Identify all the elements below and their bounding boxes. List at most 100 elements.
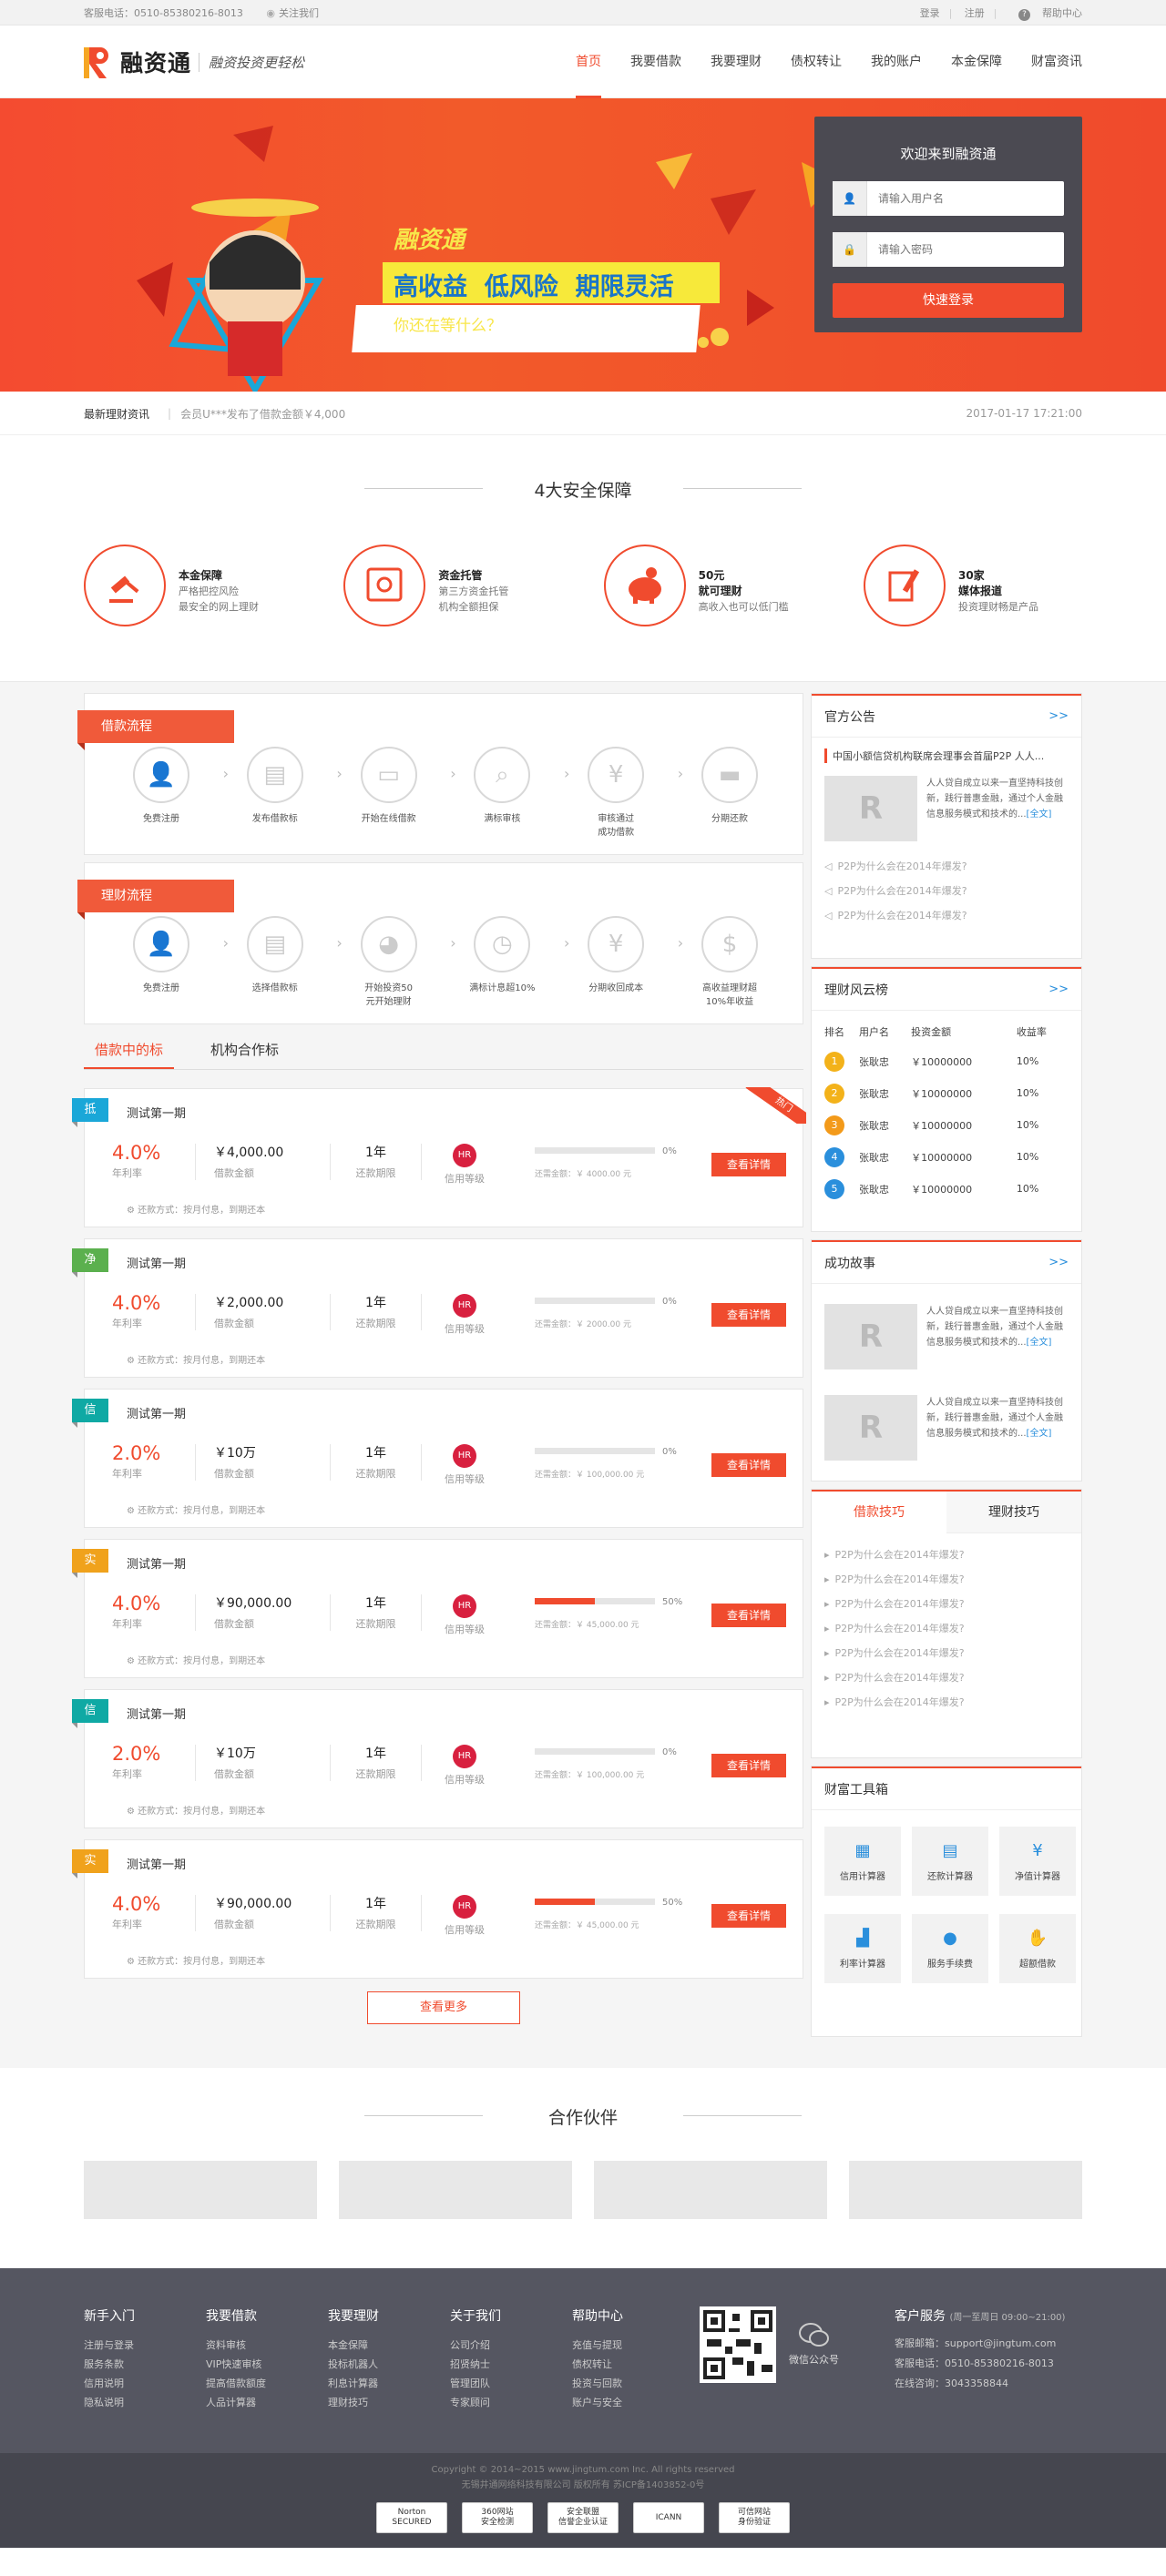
view-more-button[interactable]: 查看更多 — [367, 1991, 520, 2024]
story-full-link[interactable]: [全文] — [1027, 1429, 1052, 1439]
partner-logo[interactable] — [84, 2161, 317, 2219]
list-item[interactable]: ◁ P2P为什么会在2014年爆发? — [812, 903, 1081, 928]
view-detail-button[interactable]: 查看详情 — [711, 1153, 786, 1176]
story-more-link[interactable]: >> — [1048, 1256, 1069, 1269]
footer-link[interactable]: 投资与回款 — [572, 2374, 694, 2393]
trust-badge[interactable]: 可信网站 身份验证 — [719, 2502, 790, 2533]
nav-news[interactable]: 财富资讯 — [1031, 25, 1082, 98]
view-detail-button[interactable]: 查看详情 — [711, 1754, 786, 1777]
quick-login-button[interactable]: 快速登录 — [833, 283, 1064, 318]
footer-link[interactable]: 注册与登录 — [84, 2336, 206, 2355]
nav-transfer[interactable]: 债权转让 — [791, 25, 842, 98]
tab-borrow-tips[interactable]: 借款技巧 — [812, 1492, 946, 1533]
partner-logo[interactable] — [339, 2161, 572, 2219]
tool-calculator[interactable]: ▦ 信用计算器 — [824, 1827, 901, 1896]
list-item[interactable]: ▸ P2P为什么会在2014年爆发? — [812, 1592, 1081, 1616]
progress-fill — [535, 1598, 595, 1604]
footer-link[interactable]: VIP快速审核 — [206, 2355, 328, 2374]
footer-link[interactable]: 理财技巧 — [328, 2393, 450, 2412]
chevron-right-icon: › — [677, 765, 684, 782]
view-detail-button[interactable]: 查看详情 — [711, 1303, 786, 1327]
login-link[interactable]: 登录 — [920, 7, 940, 19]
tab-institution[interactable]: 机构合作标 — [210, 1032, 279, 1069]
footer-link[interactable]: 隐私说明 — [84, 2393, 206, 2412]
footer-link[interactable]: 投标机器人 — [328, 2355, 450, 2374]
footer-link[interactable]: 账户与安全 — [572, 2393, 694, 2412]
view-detail-button[interactable]: 查看详情 — [711, 1453, 786, 1477]
tool-grid[interactable]: ▤ 还款计算器 — [912, 1827, 988, 1896]
list-item[interactable]: ▸ P2P为什么会在2014年爆发? — [812, 1690, 1081, 1715]
trust-badge[interactable]: ICANN — [633, 2502, 704, 2533]
notice-headline[interactable]: 中国小额信贷机构联席会理事会首届P2P 人人... — [824, 748, 1069, 763]
gear-icon: ⚙ — [127, 1506, 138, 1516]
loan-title[interactable]: 测试第一期 — [127, 1404, 186, 1421]
list-item[interactable]: ▸ P2P为什么会在2014年爆发? — [812, 1543, 1081, 1567]
footer-column: 帮助中心 充值与提现 债权转让 投资与回款 账户与安全 — [572, 2306, 694, 2412]
footer-link[interactable]: 利息计算器 — [328, 2374, 450, 2393]
logo[interactable]: 融资通 融资投资更轻松 — [84, 44, 304, 80]
cs-online[interactable]: 在线咨询：3043358844 — [895, 2374, 1082, 2394]
footer-link[interactable]: 债权转让 — [572, 2355, 694, 2374]
footer-link[interactable]: 招贤纳士 — [450, 2355, 572, 2374]
username-field[interactable]: 👤 — [833, 181, 1064, 216]
footer-link[interactable]: 专家顾问 — [450, 2393, 572, 2412]
footer-link[interactable]: 管理团队 — [450, 2374, 572, 2393]
username-input[interactable] — [867, 192, 1049, 205]
list-item[interactable]: ▸ P2P为什么会在2014年爆发? — [812, 1567, 1081, 1592]
list-item[interactable]: ▸ P2P为什么会在2014年爆发? — [812, 1665, 1081, 1690]
footer-link[interactable]: 充值与提现 — [572, 2336, 694, 2355]
tool-hand-money[interactable]: ✋ 超额借款 — [999, 1914, 1076, 1983]
partner-logo[interactable] — [594, 2161, 827, 2219]
footer-link[interactable]: 资料审核 — [206, 2336, 328, 2355]
view-detail-button[interactable]: 查看详情 — [711, 1904, 786, 1928]
partner-logo[interactable] — [849, 2161, 1082, 2219]
tab-invest-tips[interactable]: 理财技巧 — [946, 1492, 1081, 1533]
progress-bar — [535, 1598, 655, 1604]
tool-chart[interactable]: ▟ 利率计算器 — [824, 1914, 901, 1983]
repay-method-label: 还款方式：按月付息，到期还本 — [138, 1807, 266, 1817]
footer-link[interactable]: 公司介绍 — [450, 2336, 572, 2355]
rank-more-link[interactable]: >> — [1048, 983, 1069, 996]
news-text[interactable]: 会员U***发布了借款金额￥4,000 — [180, 406, 345, 422]
loan-title[interactable]: 测试第一期 — [127, 1254, 186, 1271]
list-item[interactable]: ▸ P2P为什么会在2014年爆发? — [812, 1616, 1081, 1641]
trust-badge[interactable]: 360网站 安全检测 — [462, 2502, 533, 2533]
follow-link[interactable]: ◉ 关注我们 — [266, 7, 339, 19]
nav-guarantee[interactable]: 本金保障 — [951, 25, 1002, 98]
trust-badge[interactable]: 安全联盟 信誉企业认证 — [547, 2502, 619, 2533]
tool-service[interactable]: ● 服务手续费 — [912, 1914, 988, 1983]
footer-link[interactable]: 提高借款额度 — [206, 2374, 328, 2393]
triangle-bullet-icon: ▸ — [824, 1598, 830, 1610]
password-field[interactable]: 🔒 — [833, 232, 1064, 267]
footer-link[interactable]: 信用说明 — [84, 2374, 206, 2393]
loan-title[interactable]: 测试第一期 — [127, 1104, 186, 1121]
nav-borrow[interactable]: 我要借款 — [630, 25, 681, 98]
notice-more-link[interactable]: >> — [1048, 709, 1069, 723]
loan-title[interactable]: 测试第一期 — [127, 1554, 186, 1572]
list-item[interactable]: ◁ P2P为什么会在2014年爆发? — [812, 879, 1081, 903]
view-detail-button[interactable]: 查看详情 — [711, 1604, 786, 1627]
nav-home[interactable]: 首页 — [576, 25, 601, 98]
footer-link[interactable]: 本金保障 — [328, 2336, 450, 2355]
notice-full-link[interactable]: [全文] — [1027, 809, 1052, 820]
loan-title[interactable]: 测试第一期 — [127, 1855, 186, 1872]
repay-method: ⚙ 还款方式：按月付息，到期还本 — [127, 1803, 265, 1817]
story-full-link[interactable]: [全文] — [1027, 1338, 1052, 1348]
step: $ 高收益理财超 10%年收益 — [693, 916, 766, 1009]
loan-title[interactable]: 测试第一期 — [127, 1705, 186, 1722]
tool-yen[interactable]: ¥ 净值计算器 — [999, 1827, 1076, 1896]
loan-card: 抵 测试第一期 热门 4.0% 年利率 ￥4,000.00 借款金额 1年 还款期限 HR 信用等级… — [72, 1087, 806, 1227]
tab-borrowing[interactable]: 借款中的标 — [84, 1032, 175, 1069]
wechat-block[interactable]: 微信公众号 — [789, 2323, 839, 2412]
nav-account[interactable]: 我的账户 — [871, 25, 922, 98]
help-link[interactable]: ? 帮助中心 — [1009, 7, 1082, 21]
nav-invest[interactable]: 我要理财 — [711, 25, 762, 98]
password-input[interactable] — [867, 243, 1049, 256]
footer-link[interactable]: 人品计算器 — [206, 2393, 328, 2412]
credit-badge: HR — [453, 1144, 476, 1167]
list-item[interactable]: ▸ P2P为什么会在2014年爆发? — [812, 1641, 1081, 1665]
register-link[interactable]: 注册 — [965, 7, 985, 19]
trust-badge[interactable]: Norton SECURED — [376, 2502, 447, 2533]
footer-link[interactable]: 服务条款 — [84, 2355, 206, 2374]
list-item[interactable]: ◁ P2P为什么会在2014年爆发? — [812, 854, 1081, 879]
